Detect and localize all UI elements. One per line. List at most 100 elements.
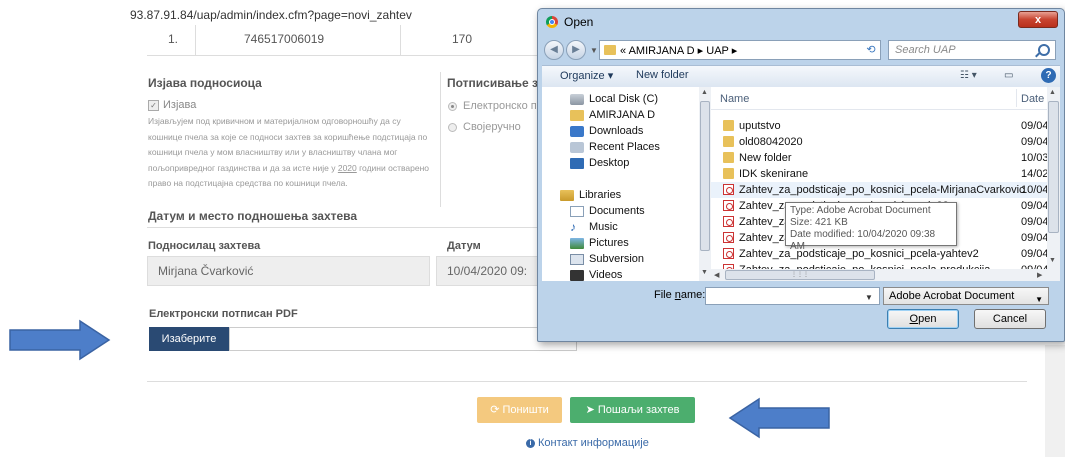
scroll-down-icon[interactable]: ▼	[701, 269, 708, 276]
data-table-row: 1. 746517006019 170	[147, 25, 567, 56]
arrow-left-icon	[728, 397, 830, 439]
file-name-label: File name:	[654, 289, 706, 301]
libraries-icon	[560, 189, 574, 201]
pdf-icon	[723, 216, 734, 227]
declaration-checkbox[interactable]: ✓ Изјава	[148, 99, 196, 111]
file-list-scrollbar[interactable]: ▲ ▼	[1047, 87, 1060, 281]
nav-item-music[interactable]: ♪ Music	[570, 219, 618, 234]
folder-icon	[604, 45, 616, 55]
nav-item-amirjana[interactable]: AMIRJANA D	[570, 109, 655, 121]
signing-title: Потписивање за	[447, 76, 545, 90]
send-icon: ➤	[585, 404, 598, 416]
nav-item-downloads[interactable]: Downloads	[570, 125, 643, 137]
declaration-title: Изјава подносиоца	[148, 76, 262, 90]
declaration-year: 2020	[337, 162, 357, 173]
nav-item-desktop[interactable]: Desktop	[570, 157, 629, 169]
cancel-button[interactable]: Cancel	[974, 309, 1046, 329]
radio-handwritten-label: Својеручно	[463, 121, 521, 133]
scroll-left-icon[interactable]: ◀	[714, 271, 719, 279]
address-row: ◀ ▶ ▼ « AMIRJANA D ▸ UAP ▸ ▼ ⟲ Search UA…	[544, 39, 1058, 63]
table-divider	[400, 25, 401, 55]
row-code: 746517006019	[244, 32, 325, 46]
radio-electronic-label: Електронско п	[463, 100, 537, 112]
search-input[interactable]: Search UAP	[888, 40, 1056, 60]
forward-icon[interactable]: ▶	[566, 40, 586, 60]
date-label: Датум	[447, 240, 481, 252]
column-divider[interactable]	[1016, 89, 1017, 107]
file-path-field[interactable]	[229, 327, 577, 351]
nav-item-local-disk[interactable]: Local Disk (C)	[570, 93, 658, 105]
organize-button[interactable]: Organize ▾	[560, 69, 613, 82]
dialog-title: Open	[564, 15, 594, 29]
file-type-select[interactable]: Adobe Acrobat Document ▼	[883, 287, 1049, 305]
horizontal-scrollbar[interactable]: ◀ ⋮⋮⋮ ▶	[711, 269, 1047, 281]
pictures-icon	[570, 237, 584, 249]
scroll-right-icon[interactable]: ▶	[1037, 271, 1042, 279]
downloads-icon	[570, 125, 584, 137]
scroll-up-icon[interactable]: ▲	[701, 89, 708, 96]
radio-selected-icon	[448, 101, 457, 111]
reset-button[interactable]: ⟳ Поништи	[477, 397, 562, 423]
preview-pane-icon[interactable]: ▭	[1004, 70, 1013, 81]
nav-item-videos[interactable]: Videos	[570, 269, 622, 281]
list-item[interactable]: uputstvo09/04/	[711, 118, 1047, 134]
choose-file-button[interactable]: Изаберите	[149, 327, 229, 351]
file-list-scroll-thumb[interactable]	[1048, 101, 1059, 233]
dialog-titlebar[interactable]: Open x	[538, 9, 1064, 35]
scroll-down-icon[interactable]: ▼	[1049, 257, 1056, 264]
nav-item-subversion[interactable]: Subversion	[570, 253, 644, 265]
list-item[interactable]: IDK skenirane14/02/	[711, 166, 1047, 182]
scroll-up-icon[interactable]: ▲	[1049, 89, 1056, 96]
search-icon	[1038, 44, 1050, 56]
folder-icon	[723, 136, 734, 147]
list-item[interactable]: Zahtev_za_podsticaje_po_kosnici_pcela-Mi…	[711, 182, 1047, 198]
file-list: Name Date uputstvo09/04/ old0804202009/0…	[711, 87, 1047, 281]
date-place-title: Датум и место подношења захтева	[148, 209, 358, 223]
help-icon[interactable]: ?	[1041, 68, 1056, 83]
subversion-icon	[570, 253, 584, 265]
file-name-input[interactable]	[705, 287, 880, 305]
nav-item-libraries[interactable]: Libraries	[560, 189, 621, 201]
send-request-button[interactable]: ➤ Пошаљи захтев	[570, 397, 695, 423]
videos-icon	[570, 269, 584, 281]
folder-icon	[570, 109, 584, 121]
documents-icon	[570, 205, 584, 217]
folder-icon	[723, 120, 734, 131]
horizontal-scroll-thumb[interactable]: ⋮⋮⋮	[725, 270, 875, 280]
history-dropdown-icon[interactable]: ▼	[590, 46, 598, 55]
refresh-icon: ⟳	[490, 404, 503, 416]
view-options-icon[interactable]: ☷ ▾	[960, 70, 977, 81]
list-item[interactable]: old0804202009/04/	[711, 134, 1047, 150]
back-icon[interactable]: ◀	[544, 40, 564, 60]
breadcrumb-uap[interactable]: UAP	[706, 45, 728, 57]
pdf-label: Електронски потписан PDF	[149, 308, 298, 320]
close-button[interactable]: x	[1018, 11, 1058, 28]
nav-scrollbar[interactable]: ▲ ▼	[699, 87, 711, 281]
music-icon: ♪	[570, 219, 576, 234]
folder-icon	[723, 168, 734, 179]
radio-electronic[interactable]: Електронско п	[448, 100, 537, 112]
new-folder-button[interactable]: New folder	[636, 69, 689, 81]
chrome-icon	[546, 16, 558, 28]
pdf-icon	[723, 248, 734, 259]
url-bar-text: 93.87.91.84/uap/admin/index.cfm?page=nov…	[130, 8, 412, 22]
breadcrumb-amirjana[interactable]: AMIRJANA D	[629, 45, 695, 57]
nav-item-pictures[interactable]: Pictures	[570, 237, 629, 249]
row-index: 1.	[168, 32, 179, 46]
radio-handwritten[interactable]: Својеручно	[448, 121, 521, 133]
list-item[interactable]: New folder10/03/	[711, 150, 1047, 166]
refresh-icon[interactable]: ⟲	[862, 40, 880, 60]
address-bar[interactable]: « AMIRJANA D ▸ UAP ▸ ▼	[599, 40, 914, 60]
nav-scroll-thumb[interactable]	[700, 101, 710, 251]
address-path: « AMIRJANA D ▸ UAP ▸	[620, 45, 738, 57]
file-name-dropdown-icon[interactable]: ▼	[865, 293, 873, 302]
nav-item-recent-places[interactable]: Recent Places	[570, 141, 660, 153]
column-date[interactable]: Date	[1021, 93, 1044, 105]
nav-item-documents[interactable]: Documents	[570, 205, 645, 217]
divider	[147, 381, 1027, 382]
info-icon: i	[526, 438, 535, 448]
open-button[interactable]: Open	[887, 309, 959, 329]
contact-link[interactable]: i Контакт информације	[526, 437, 649, 449]
column-name[interactable]: Name	[720, 93, 749, 105]
page-scrollbar[interactable]	[1045, 345, 1065, 457]
